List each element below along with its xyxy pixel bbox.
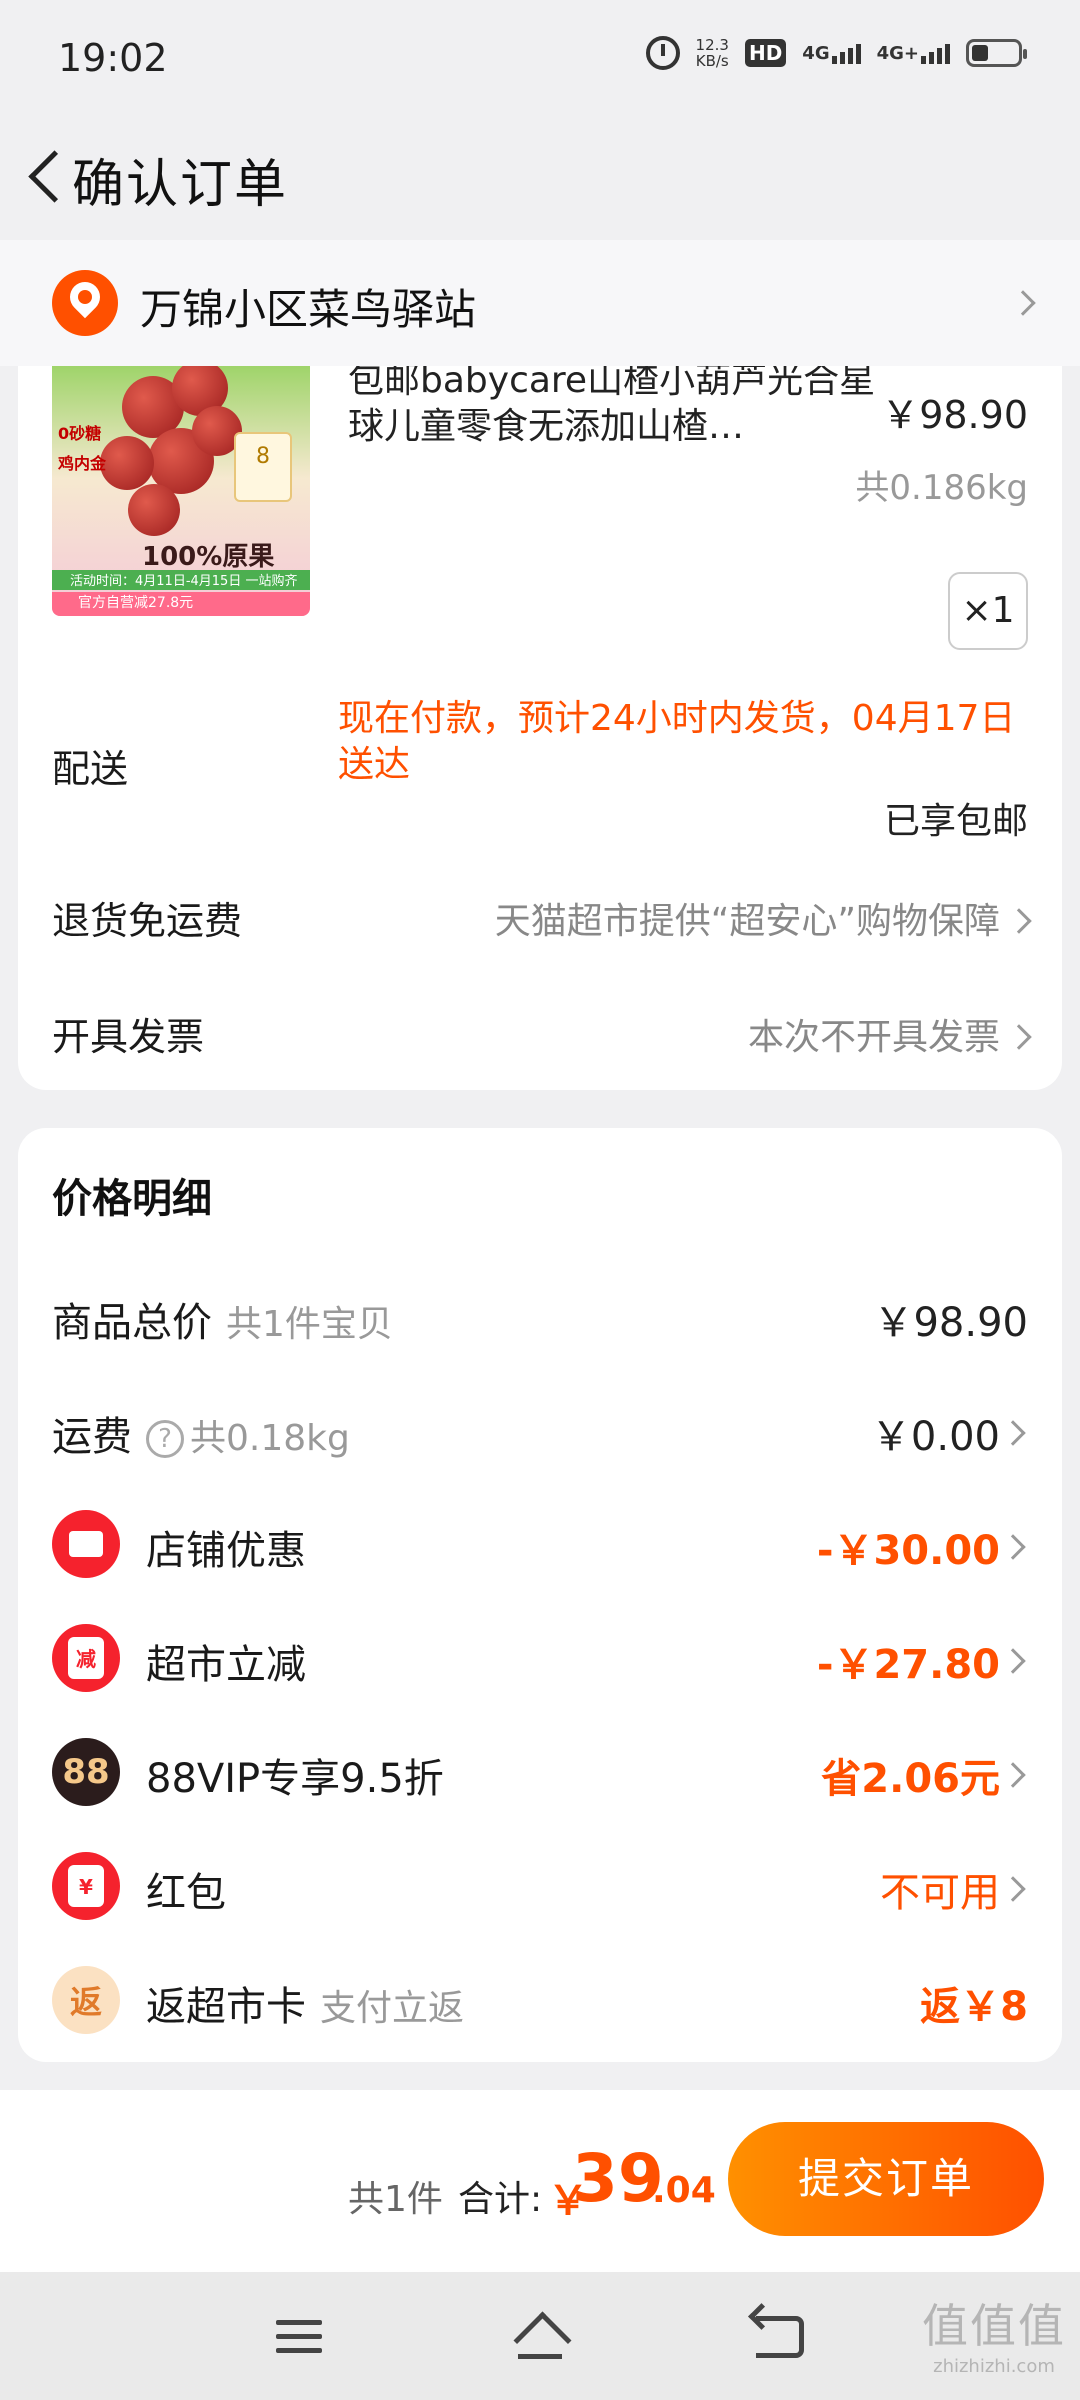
return-shipping-label: 退货免运费: [52, 899, 243, 943]
location-pin-icon: [52, 270, 118, 336]
watermark: 值值值 zhizhizhi.com: [922, 2290, 1066, 2377]
network-speed: 12.3 KB/s: [696, 37, 729, 69]
speed-unit: KB/s: [695, 52, 729, 70]
product-tag-sugar: 0砂糖: [58, 424, 102, 443]
freight-row[interactable]: 运费? 共0.18kg ￥0.00: [18, 1390, 1062, 1470]
market-discount-label: 超市立减: [146, 1642, 306, 1688]
discount-envelope-icon: 减: [52, 1624, 120, 1692]
address-name: 万锦小区菜鸟驿站: [140, 285, 477, 334]
product-tag-ingredient: 鸡内金: [58, 454, 107, 473]
menu-icon[interactable]: [276, 2320, 322, 2354]
item-count: 共1件: [348, 2179, 443, 2220]
watermark-logo: 值值值: [922, 2299, 1066, 2353]
battery-icon: [966, 39, 1027, 67]
signal-icon-1: 4G: [802, 42, 861, 64]
product-image[interactable]: 0砂糖 鸡内金 8 100%原果 活动时间：4月11日-4月15日 一站购齐 极…: [52, 366, 310, 616]
goods-total-value: ￥98.90: [873, 1300, 1028, 1346]
red-packet-icon-text: ¥: [68, 1865, 104, 1907]
product-card-badge: 8: [234, 432, 292, 502]
vip-discount-row[interactable]: 88 88VIP专享9.5折 省2.06元: [18, 1732, 1062, 1812]
cashback-sub: 支付立返: [320, 1988, 465, 2029]
status-time: 19:02: [58, 36, 168, 80]
product-image-strip-pink: 官方自营减27.8元: [52, 592, 310, 616]
store-discount-value: -￥30.00: [816, 1528, 1000, 1574]
red-packet-row[interactable]: ¥ 红包 不可用: [18, 1846, 1062, 1926]
status-icons: 12.3 KB/s HD 4G 4G+: [645, 36, 1027, 70]
goods-total-row: 商品总价 共1件宝贝 ￥98.90: [18, 1276, 1062, 1356]
return-shipping-value: 天猫超市提供“超安心”购物保障: [494, 901, 1000, 942]
watermark-url: zhizhizhi.com: [933, 2356, 1055, 2377]
total-integer: 39: [572, 2140, 664, 2217]
chevron-right-icon: [1010, 290, 1036, 316]
store-discount-label: 店铺优惠: [146, 1528, 306, 1574]
vip-discount-label: 88VIP专享9.5折: [146, 1756, 444, 1802]
invoice-label: 开具发票: [52, 1015, 205, 1059]
back-arrow-icon[interactable]: [14, 136, 74, 216]
system-nav-bar: 值值值 zhizhizhi.com: [0, 2272, 1080, 2400]
checkout-bar: 共1件 合计: ￥ 39 .04 提交订单: [0, 2090, 1080, 2272]
submit-order-button[interactable]: 提交订单: [728, 2122, 1044, 2236]
page-header: 确认订单: [0, 118, 1080, 238]
order-item-card: 0砂糖 鸡内金 8 100%原果 活动时间：4月11日-4月15日 一站购齐 极…: [18, 366, 1062, 1090]
network-type-1: 4G: [802, 42, 830, 64]
chevron-right-icon: [1006, 908, 1032, 934]
status-bar: 19:02 12.3 KB/s HD 4G 4G+: [0, 0, 1080, 118]
red-packet-icon: ¥: [52, 1852, 120, 1920]
alarm-icon: [645, 36, 680, 70]
address-bar[interactable]: 万锦小区菜鸟驿站: [0, 240, 1080, 366]
vip-discount-value: 省2.06元: [821, 1756, 1000, 1802]
market-discount-row[interactable]: 减 超市立减 -￥27.80: [18, 1618, 1062, 1698]
chevron-right-icon: [1000, 1762, 1026, 1788]
coupon-ticket-icon: [52, 1510, 120, 1578]
cashback-value: 返￥8: [920, 1984, 1028, 2030]
chevron-right-icon: [1000, 1876, 1026, 1902]
goods-total-count: 共1件宝贝: [226, 1304, 393, 1345]
signal-icon-2: 4G+: [877, 43, 950, 64]
cashback-icon: 返: [52, 1966, 120, 2034]
price-detail-card: 价格明细 商品总价 共1件宝贝 ￥98.90 运费? 共0.18kg ￥0.00 店…: [18, 1128, 1062, 2062]
red-packet-label: 红包: [146, 1870, 226, 1916]
vip-88-icon: 88: [52, 1738, 120, 1806]
delivery-estimate: 现在付款，预计24小时内发货，04月17日送达: [338, 698, 1016, 785]
delivery-label: 配送: [52, 747, 129, 791]
hd-icon: HD: [744, 39, 787, 67]
product-weight: 共0.186kg: [855, 468, 1028, 508]
home-icon[interactable]: [512, 2316, 568, 2360]
discount-icon-text: 减: [68, 1637, 104, 1679]
network-type-2: 4G+: [876, 42, 919, 64]
red-packet-value: 不可用: [880, 1870, 1000, 1916]
total-label: 合计:: [458, 2179, 543, 2220]
product-price: ￥98.90: [881, 393, 1028, 437]
page-title: 确认订单: [72, 155, 289, 215]
freight-weight: 共0.18kg: [190, 1418, 350, 1459]
free-shipping-text: 已享包邮: [883, 801, 1028, 842]
price-detail-title: 价格明细: [52, 1176, 212, 1222]
chevron-right-icon: [1000, 1648, 1026, 1674]
back-icon[interactable]: [756, 2316, 804, 2358]
freight-label: 运费: [52, 1414, 132, 1460]
cashback-row: 返 返超市卡 支付立返 返￥8: [18, 1960, 1062, 2040]
chevron-right-icon: [1006, 1024, 1032, 1050]
product-image-strip-green: 活动时间：4月11日-4月15日 一站购齐 极速送达: [52, 570, 310, 608]
product-title[interactable]: 包邮babycare山楂小葫芦光合星球儿童零食无添加山楂…: [348, 366, 888, 450]
total-decimal: .04: [652, 2170, 716, 2211]
cashback-label: 返超市卡: [146, 1984, 306, 2030]
invoice-value: 本次不开具发票: [747, 1017, 1000, 1058]
quantity-stepper[interactable]: ×1: [948, 572, 1028, 650]
product-image-headline: 100%原果: [142, 542, 275, 572]
goods-total-label: 商品总价: [52, 1300, 212, 1346]
chevron-right-icon: [1000, 1420, 1026, 1446]
help-icon[interactable]: ?: [146, 1420, 184, 1458]
market-discount-value: -￥27.80: [816, 1642, 1000, 1688]
store-discount-row[interactable]: 店铺优惠 -￥30.00: [18, 1504, 1062, 1584]
chevron-right-icon: [1000, 1534, 1026, 1560]
freight-value: ￥0.00: [870, 1414, 1000, 1460]
